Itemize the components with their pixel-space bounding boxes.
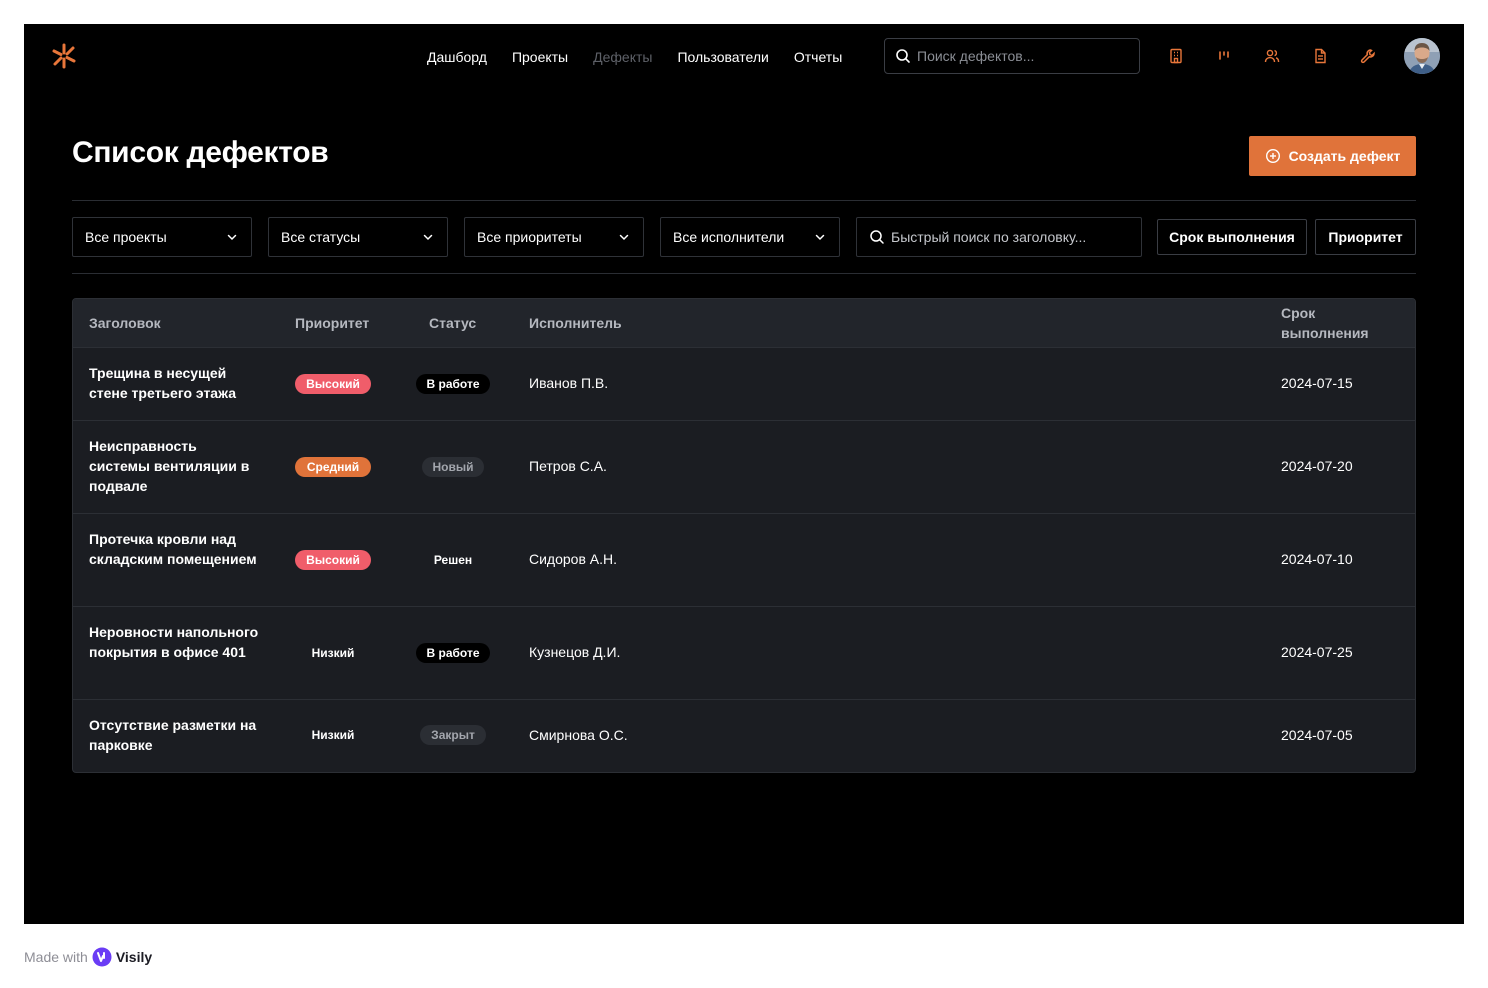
table-row[interactable]: Протечка кровли над складским помещением… <box>73 514 1415 607</box>
due-date: 2024-07-25 <box>1281 644 1353 660</box>
kanban-icon[interactable] <box>1216 48 1232 64</box>
quick-search-input[interactable] <box>891 229 1131 245</box>
main-nav: Дашборд Проекты Дефекты Пользователи Отч… <box>427 47 867 67</box>
column-due-line1: Срок <box>1281 305 1316 321</box>
create-defect-label: Создать дефект <box>1288 148 1401 164</box>
visily-brand: Visily <box>115 949 153 965</box>
priority-badge: Низкий <box>311 646 355 660</box>
defect-title: Отсутствие разметки на парковке <box>89 717 257 753</box>
made-with-badge[interactable]: Made with Visily <box>24 947 152 967</box>
due-date: 2024-07-10 <box>1281 551 1353 567</box>
chevron-down-icon <box>619 234 629 241</box>
filter-divider <box>72 273 1416 274</box>
table-header: Заголовок Приоритет Статус Исполнитель С… <box>73 299 1415 348</box>
column-due-line2: выполнения <box>1281 325 1369 341</box>
nav-item-defects[interactable]: Дефекты <box>593 47 652 67</box>
defects-table: Заголовок Приоритет Статус Исполнитель С… <box>72 298 1416 773</box>
table-row[interactable]: Отсутствие разметки на парковке Низкий З… <box>73 700 1415 772</box>
status-badge: В работе <box>416 643 490 663</box>
nav-item-reports[interactable]: Отчеты <box>794 47 842 67</box>
app-window: Дашборд Проекты Дефекты Пользователи Отч… <box>24 24 1464 924</box>
status-badge: Закрыт <box>420 725 486 745</box>
chevron-down-icon <box>815 234 825 241</box>
avatar[interactable] <box>1404 38 1440 74</box>
priority-filter-value: Все приоритеты <box>477 229 582 245</box>
defect-title: Неисправность системы вентиляции в подва… <box>89 438 250 494</box>
priority-badge: Средний <box>295 457 371 477</box>
assignee-name: Сидоров А.Н. <box>529 551 618 567</box>
defect-title: Протечка кровли над складским помещением <box>89 531 257 567</box>
plus-circle-icon <box>1265 148 1280 164</box>
table-row[interactable]: Неисправность системы вентиляции в подва… <box>73 421 1415 514</box>
nav-item-dashboard[interactable]: Дашборд <box>427 47 487 67</box>
wrench-icon[interactable] <box>1360 48 1376 64</box>
project-filter[interactable]: Все проекты <box>72 217 252 257</box>
global-search <box>884 38 1140 74</box>
quick-search <box>856 217 1142 257</box>
status-badge: Решен <box>433 553 473 567</box>
column-title[interactable]: Заголовок <box>89 313 161 333</box>
page-title: Список дефектов <box>72 136 329 169</box>
search-icon <box>870 230 884 244</box>
defect-title: Трещина в несущей стене третьего этажа <box>89 365 236 401</box>
priority-badge: Высокий <box>295 550 371 570</box>
visily-logo-icon <box>92 947 112 967</box>
column-priority[interactable]: Приоритет <box>295 313 369 333</box>
column-status[interactable]: Статус <box>429 313 476 333</box>
header-divider <box>72 200 1416 201</box>
document-icon[interactable] <box>1312 48 1328 64</box>
nav-item-projects[interactable]: Проекты <box>512 47 568 67</box>
assignee-name: Смирнова О.С. <box>529 727 628 743</box>
assignee-filter-value: Все исполнители <box>673 229 785 245</box>
search-icon <box>896 49 910 63</box>
status-badge: Новый <box>422 457 484 477</box>
project-filter-value: Все проекты <box>85 229 167 245</box>
sort-priority-button[interactable]: Приоритет <box>1315 219 1416 255</box>
table-row[interactable]: Трещина в несущей стене третьего этажа В… <box>73 348 1415 421</box>
users-icon[interactable] <box>1264 48 1280 64</box>
defect-title: Неровности напольного покрытия в офисе 4… <box>89 624 259 660</box>
due-date: 2024-07-05 <box>1281 727 1353 743</box>
logo-icon[interactable] <box>50 42 78 70</box>
status-badge: В работе <box>416 374 490 394</box>
sort-due-button[interactable]: Срок выполнения <box>1157 219 1307 255</box>
top-navbar: Дашборд Проекты Дефекты Пользователи Отч… <box>24 24 1464 88</box>
priority-filter[interactable]: Все приоритеты <box>464 217 644 257</box>
column-due[interactable]: Срок выполнения <box>1281 303 1369 343</box>
due-date: 2024-07-15 <box>1281 375 1353 391</box>
status-filter[interactable]: Все статусы <box>268 217 448 257</box>
table-row[interactable]: Неровности напольного покрытия в офисе 4… <box>73 607 1415 700</box>
assignee-filter[interactable]: Все исполнители <box>660 217 840 257</box>
chevron-down-icon <box>423 234 433 241</box>
create-defect-button[interactable]: Создать дефект <box>1249 136 1416 176</box>
building-icon[interactable] <box>1168 48 1184 64</box>
assignee-name: Иванов П.В. <box>529 375 609 391</box>
due-date: 2024-07-20 <box>1281 458 1353 474</box>
priority-badge: Высокий <box>295 374 371 394</box>
column-assignee[interactable]: Исполнитель <box>529 313 622 333</box>
made-with-label: Made with <box>24 949 88 965</box>
assignee-name: Кузнецов Д.И. <box>529 644 621 660</box>
nav-item-users[interactable]: Пользователи <box>677 47 768 67</box>
priority-badge: Низкий <box>311 728 355 742</box>
status-filter-value: Все статусы <box>281 229 361 245</box>
assignee-name: Петров С.А. <box>529 458 607 474</box>
global-search-input[interactable] <box>917 48 1127 64</box>
chevron-down-icon <box>227 234 237 241</box>
